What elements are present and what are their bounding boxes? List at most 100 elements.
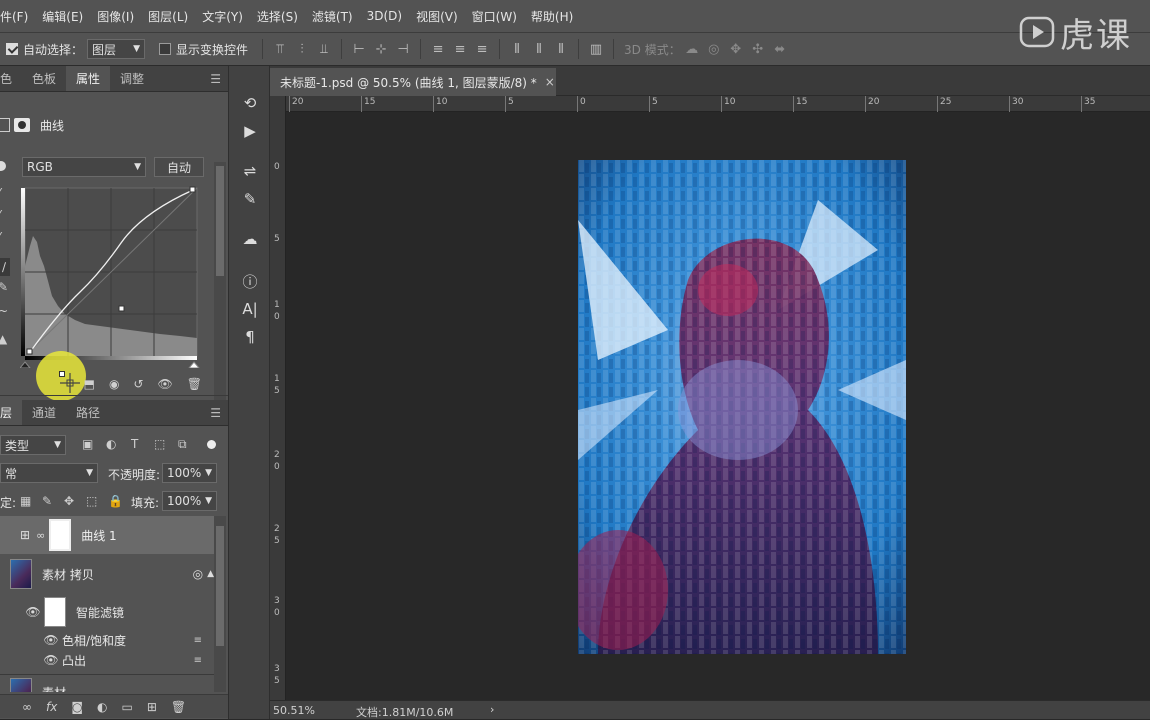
- layer-thumbnail[interactable]: [10, 559, 32, 589]
- roll-3d-icon[interactable]: ◎: [703, 38, 725, 60]
- layer-row[interactable]: 素材: [0, 674, 214, 692]
- tab-channels[interactable]: 通道: [22, 400, 66, 425]
- tab-swatches[interactable]: 色板: [22, 66, 66, 91]
- adjustments-icon[interactable]: ⇌: [239, 160, 261, 182]
- menu-window[interactable]: 窗口(W): [465, 8, 524, 25]
- align-bottom-icon[interactable]: ⫫: [313, 38, 335, 60]
- close-icon[interactable]: ×: [545, 75, 555, 89]
- new-adjustment-icon[interactable]: ◐: [97, 700, 107, 714]
- history-icon[interactable]: ⟲: [239, 92, 261, 114]
- blend-mode-dropdown[interactable]: 常 ▼: [0, 463, 98, 483]
- filter-options-icon[interactable]: ≡: [194, 635, 202, 646]
- menu-image[interactable]: 图像(I): [90, 8, 141, 25]
- filter-kind-dropdown[interactable]: 类型 ▼: [0, 435, 66, 455]
- layer-row[interactable]: 👁 智能滤镜: [0, 594, 214, 630]
- layer-row[interactable]: 👁 凸出 ≡: [0, 650, 214, 670]
- new-layer-icon[interactable]: ⊞: [147, 700, 157, 714]
- distribute-left-icon[interactable]: ⦀: [506, 38, 528, 60]
- tab-paths[interactable]: 路径: [66, 400, 110, 425]
- document-tab[interactable]: 未标题-1.psd @ 50.5% (曲线 1, 图层蒙版/8) * ×: [270, 68, 556, 96]
- link-layers-icon[interactable]: ∞: [22, 700, 32, 714]
- menu-file[interactable]: 件(F): [0, 8, 35, 25]
- layer-row[interactable]: ⊞ ∞ 曲线 1: [0, 516, 214, 554]
- mask-icon[interactable]: [14, 118, 30, 132]
- layer-thumbnail[interactable]: [10, 678, 32, 693]
- menu-help[interactable]: 帮助(H): [524, 8, 580, 25]
- smart-filter-icon[interactable]: ◎: [193, 567, 203, 581]
- filter-adjustment-icon[interactable]: ◐: [106, 437, 116, 451]
- add-mask-icon[interactable]: ◙: [71, 700, 83, 714]
- reset-icon[interactable]: ↺: [133, 377, 143, 391]
- show-transform-checkbox[interactable]: [159, 43, 171, 55]
- auto-align-icon[interactable]: ▥: [585, 38, 607, 60]
- pan-3d-icon[interactable]: ✥: [725, 38, 747, 60]
- filter-toggle-icon[interactable]: [207, 440, 216, 449]
- character-icon[interactable]: A|: [239, 298, 261, 320]
- menu-type[interactable]: 文字(Y): [195, 8, 250, 25]
- lock-brush-icon[interactable]: ✎: [42, 494, 52, 508]
- align-vcenter-icon[interactable]: ⫶: [291, 38, 313, 60]
- smart-filter-mask-thumbnail[interactable]: [44, 597, 66, 627]
- channel-dropdown[interactable]: RGB ▼: [22, 157, 146, 177]
- align-left-icon[interactable]: ⊢: [348, 38, 370, 60]
- curves-graph[interactable]: [20, 186, 202, 368]
- align-hcenter-icon[interactable]: ⊹: [370, 38, 392, 60]
- filter-shape-icon[interactable]: ⬚: [154, 437, 165, 451]
- distribute-hcenter-icon[interactable]: ⦀: [528, 38, 550, 60]
- panel-menu-icon[interactable]: ☰: [210, 66, 228, 91]
- distribute-top-icon[interactable]: ≡: [427, 38, 449, 60]
- target-icon[interactable]: [0, 161, 6, 171]
- orbit-3d-icon[interactable]: ☁: [681, 38, 703, 60]
- link-icon[interactable]: ∞: [36, 529, 45, 542]
- libraries-icon[interactable]: ☁: [239, 228, 261, 250]
- clip-to-layer-icon[interactable]: ⬒: [84, 377, 95, 391]
- menu-view[interactable]: 视图(V): [409, 8, 465, 25]
- curve-point-tool-icon[interactable]: ∕: [0, 258, 10, 276]
- layer-mask-thumbnail[interactable]: [49, 519, 71, 551]
- auto-button[interactable]: 自动: [154, 157, 204, 177]
- lock-artboard-icon[interactable]: ⬚: [86, 494, 97, 508]
- trash-icon[interactable]: 🗑: [187, 377, 202, 391]
- opacity-field[interactable]: 100% ▼: [162, 463, 217, 483]
- filter-options-icon[interactable]: ≡: [194, 655, 202, 666]
- distribute-vcenter-icon[interactable]: ≡: [449, 38, 471, 60]
- fx-icon[interactable]: fx: [46, 700, 57, 714]
- filter-type-icon[interactable]: T: [131, 437, 138, 451]
- filter-pixel-icon[interactable]: ▣: [82, 437, 93, 451]
- filter-smart-object-icon[interactable]: ⧉: [178, 437, 187, 452]
- vertical-ruler[interactable]: 05101520253035: [270, 96, 286, 700]
- fill-field[interactable]: 100% ▼: [162, 491, 217, 511]
- layer-row[interactable]: 素材 拷贝 ◎ ▲: [0, 554, 214, 594]
- info-icon[interactable]: ⓘ: [239, 270, 261, 292]
- warning-icon[interactable]: ▲: [0, 332, 7, 346]
- actions-play-icon[interactable]: ▶: [239, 120, 261, 142]
- lock-all-icon[interactable]: 🔒: [108, 494, 123, 508]
- eye-icon[interactable]: 👁: [44, 633, 58, 647]
- eye-icon[interactable]: 👁: [26, 605, 40, 619]
- align-right-icon[interactable]: ⊣: [392, 38, 414, 60]
- view-previous-icon[interactable]: ◉: [109, 377, 119, 391]
- horizontal-ruler[interactable]: 201510505101520253035: [286, 96, 1150, 112]
- auto-select-dropdown[interactable]: 图层 ▼: [87, 39, 145, 59]
- zoom-level[interactable]: 50.51%: [273, 704, 315, 717]
- tab-color[interactable]: 色: [0, 66, 22, 91]
- menu-edit[interactable]: 编辑(E): [35, 8, 90, 25]
- distribute-right-icon[interactable]: ⦀: [550, 38, 572, 60]
- new-group-icon[interactable]: ▭: [121, 700, 132, 714]
- brush-settings-icon[interactable]: ✎: [239, 188, 261, 210]
- layer-row[interactable]: 👁 色相/饱和度 ≡: [0, 630, 214, 650]
- collapse-icon[interactable]: ▲: [207, 569, 214, 579]
- menu-filter[interactable]: 滤镜(T): [305, 8, 360, 25]
- layers-scrollbar[interactable]: [214, 516, 226, 692]
- visibility-icon[interactable]: 👁: [158, 377, 173, 391]
- tab-layers[interactable]: 层: [0, 400, 22, 425]
- tab-adjustments[interactable]: 调整: [110, 66, 154, 91]
- status-menu-arrow[interactable]: ›: [490, 703, 494, 716]
- eye-icon[interactable]: 👁: [44, 653, 58, 667]
- panel-menu-icon[interactable]: ☰: [210, 400, 228, 425]
- menu-select[interactable]: 选择(S): [250, 8, 305, 25]
- pencil-icon[interactable]: ✎: [0, 280, 8, 294]
- lock-position-icon[interactable]: ✥: [64, 494, 74, 508]
- align-top-icon[interactable]: ⫪: [269, 38, 291, 60]
- properties-scrollbar[interactable]: [214, 162, 226, 402]
